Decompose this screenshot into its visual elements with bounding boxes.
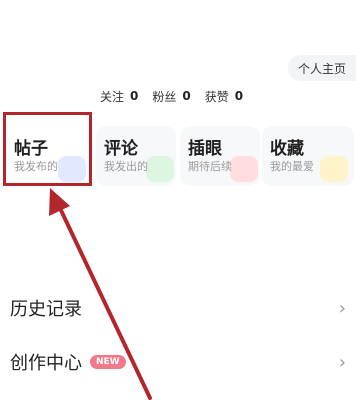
stat-value: 0: [182, 89, 191, 103]
stat-label: 粉丝: [152, 89, 177, 104]
card-subtitle: 我的最爱: [270, 160, 314, 173]
new-badge: NEW: [90, 355, 126, 369]
chevron-right-icon: ›: [338, 297, 346, 319]
menu-history[interactable]: 历史记录 ›: [0, 288, 364, 328]
chevron-right-icon: ›: [338, 351, 346, 373]
posts-deco-icon: [58, 156, 86, 182]
card-favorites[interactable]: 收藏 我的最爱: [262, 126, 354, 186]
card-title: 收藏: [270, 139, 304, 159]
bookmarks-deco-icon: [230, 156, 258, 182]
card-subtitle: 我发出的: [104, 160, 148, 173]
menu-label: 历史记录: [10, 299, 82, 320]
profile-page-button[interactable]: 个人主页: [288, 55, 356, 81]
stat-likes[interactable]: 获赞 0: [205, 86, 243, 106]
card-bookmarks[interactable]: 插眼 期待后续: [180, 126, 260, 186]
comments-deco-icon: [146, 156, 174, 182]
card-comments[interactable]: 评论 我发出的: [96, 126, 176, 186]
stat-label: 关注: [100, 89, 125, 104]
card-title: 插眼: [188, 139, 222, 159]
content-cards: 帖子 我发布的 评论 我发出的 插眼 期待后续 收藏 我的最爱: [0, 122, 364, 192]
card-title: 评论: [104, 139, 138, 159]
stats-bar: 关注 0 粉丝 0 获赞 0: [100, 86, 243, 106]
card-title: 帖子: [14, 139, 48, 159]
menu-creator-center[interactable]: 创作中心 NEW ›: [0, 342, 364, 382]
menu-label: 创作中心: [10, 353, 82, 374]
arrow-head: [49, 188, 70, 216]
stat-value: 0: [234, 89, 244, 103]
stat-label: 获赞: [204, 89, 229, 104]
favorites-deco-icon: [320, 156, 348, 182]
card-subtitle: 期待后续: [188, 160, 232, 173]
card-posts[interactable]: 帖子 我发布的: [6, 126, 86, 186]
card-subtitle: 我发布的: [14, 160, 58, 173]
stat-followers[interactable]: 粉丝 0: [152, 86, 190, 106]
stat-value: 0: [130, 89, 139, 103]
stat-following[interactable]: 关注 0: [100, 86, 138, 106]
